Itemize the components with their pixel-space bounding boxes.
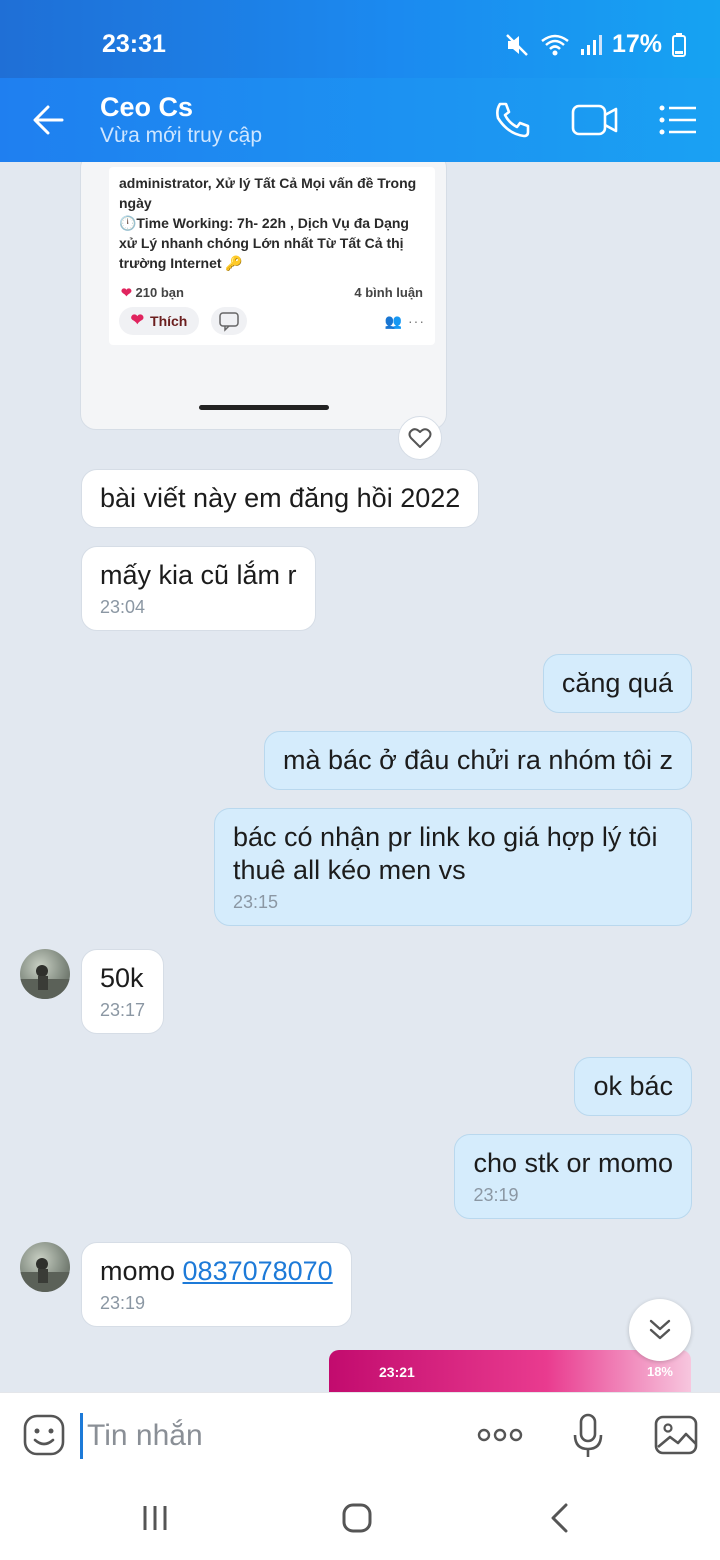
like-label: Thích <box>150 313 188 329</box>
phone-icon <box>496 102 530 138</box>
message-sent[interactable]: cho stk or momo 23:19 <box>454 1134 692 1219</box>
wifi-icon <box>541 34 569 55</box>
signal-icon <box>580 34 602 55</box>
emoji-button[interactable] <box>22 1413 66 1457</box>
video-camera-icon <box>571 104 618 136</box>
comment-icon <box>219 312 239 332</box>
message-sent[interactable]: căng quá <box>542 654 692 713</box>
message-text: bác có nhận pr link ko giá hợp lý tôi th… <box>233 822 658 885</box>
heart-icon: ❤ <box>130 312 145 329</box>
double-chevron-down-icon <box>649 1319 671 1340</box>
voice-message-button[interactable] <box>572 1413 604 1459</box>
microphone-icon <box>573 1413 603 1457</box>
chat-messages[interactable]: administrator, Xử lý Tất Cả Mọi vấn đề T… <box>0 162 720 1392</box>
home-button[interactable] <box>341 1502 373 1534</box>
message-received[interactable]: mấy kia cũ lắm r 23:04 <box>81 546 316 631</box>
status-icons: 17% <box>504 30 686 59</box>
message-composer <box>0 1392 720 1479</box>
contact-status: Vừa mới truy cập <box>100 124 263 147</box>
message-text: cho stk or momo <box>473 1148 673 1178</box>
battery-icon <box>672 32 686 57</box>
avatar-photo-icon <box>20 1258 70 1292</box>
avatar[interactable] <box>20 949 70 999</box>
message-received[interactable]: bài viết này em đăng hồi 2022 <box>81 469 480 528</box>
message-time: 23:19 <box>473 1185 519 1205</box>
image-status-time: 23:21 <box>379 1364 415 1380</box>
message-text: mà bác ở đâu chửi ra nhóm tôi z <box>283 745 673 775</box>
shared-image-message[interactable]: 23:21 18% <box>329 1350 691 1392</box>
battery-level: 17% <box>611 30 662 58</box>
list-menu-icon <box>659 105 696 135</box>
message-text: ok bác <box>593 1071 673 1101</box>
image-status-battery: 18% <box>646 1364 673 1379</box>
status-time: 23:31 <box>102 30 166 58</box>
likes-count: 210 bạn <box>135 285 184 300</box>
message-received[interactable]: 50k 23:17 <box>81 949 165 1034</box>
post-more-icon: 👥 ··· <box>384 313 425 329</box>
message-sent[interactable]: bác có nhận pr link ko giá hợp lý tôi th… <box>214 808 692 926</box>
back-button[interactable] <box>26 98 72 142</box>
gallery-button[interactable] <box>654 1415 698 1455</box>
message-text: 50k <box>100 963 144 993</box>
more-options-button[interactable] <box>476 1423 524 1447</box>
voice-call-button[interactable] <box>490 98 534 142</box>
home-square-icon <box>342 1503 372 1533</box>
system-back-button[interactable] <box>548 1502 570 1534</box>
post-like-button: ❤ Thích <box>119 307 199 335</box>
post-comment-button <box>211 307 247 335</box>
image-icon <box>654 1415 698 1455</box>
chevron-left-icon <box>551 1503 568 1533</box>
image-post-preview: administrator, Xử lý Tất Cả Mọi vấn đề T… <box>109 167 435 345</box>
message-text: mấy kia cũ lắm r <box>100 560 297 590</box>
message-text: momo <box>100 1256 183 1286</box>
message-text: bài viết này em đăng hồi 2022 <box>100 483 461 513</box>
status-bar: 23:31 17% <box>0 0 720 78</box>
mute-icon <box>506 33 528 56</box>
phone-number-link[interactable]: 0837078070 <box>183 1256 333 1286</box>
message-time: 23:17 <box>100 1000 146 1020</box>
message-time: 23:04 <box>100 597 146 617</box>
message-sent[interactable]: ok bác <box>574 1057 692 1116</box>
avatar[interactable] <box>20 1242 70 1292</box>
options-menu-button[interactable] <box>658 102 698 138</box>
message-time: 23:19 <box>100 1293 146 1313</box>
post-likes: ❤ 210 bạn <box>121 283 184 303</box>
reaction-button[interactable] <box>398 416 442 460</box>
home-indicator <box>199 405 329 410</box>
chat-header: Ceo Cs Vừa mới truy cập <box>0 78 720 162</box>
recent-apps-button[interactable] <box>140 1504 170 1532</box>
post-text: administrator, Xử lý Tất Cả Mọi vấn đề T… <box>119 175 417 271</box>
emoji-icon <box>23 1414 65 1456</box>
shared-image-message[interactable]: administrator, Xử lý Tất Cả Mọi vấn đề T… <box>80 162 447 430</box>
system-nav-bar <box>0 1478 720 1560</box>
heart-outline-icon <box>408 428 432 448</box>
message-input[interactable] <box>80 1413 469 1459</box>
message-received[interactable]: momo 0837078070 23:19 <box>81 1242 352 1327</box>
message-time: 23:15 <box>233 892 279 912</box>
contact-name[interactable]: Ceo Cs <box>100 92 193 123</box>
arrow-left-icon <box>33 105 64 135</box>
heart-icon: ❤ <box>121 285 132 300</box>
recent-apps-icon <box>143 1506 167 1530</box>
scroll-to-bottom-button[interactable] <box>629 1299 691 1361</box>
more-dots-icon <box>477 1428 523 1442</box>
message-text: căng quá <box>561 668 673 698</box>
video-call-button[interactable] <box>570 100 620 140</box>
avatar-photo-icon <box>20 965 70 999</box>
post-comments: 4 bình luận <box>354 285 423 300</box>
message-sent[interactable]: mà bác ở đâu chửi ra nhóm tôi z <box>264 731 692 790</box>
